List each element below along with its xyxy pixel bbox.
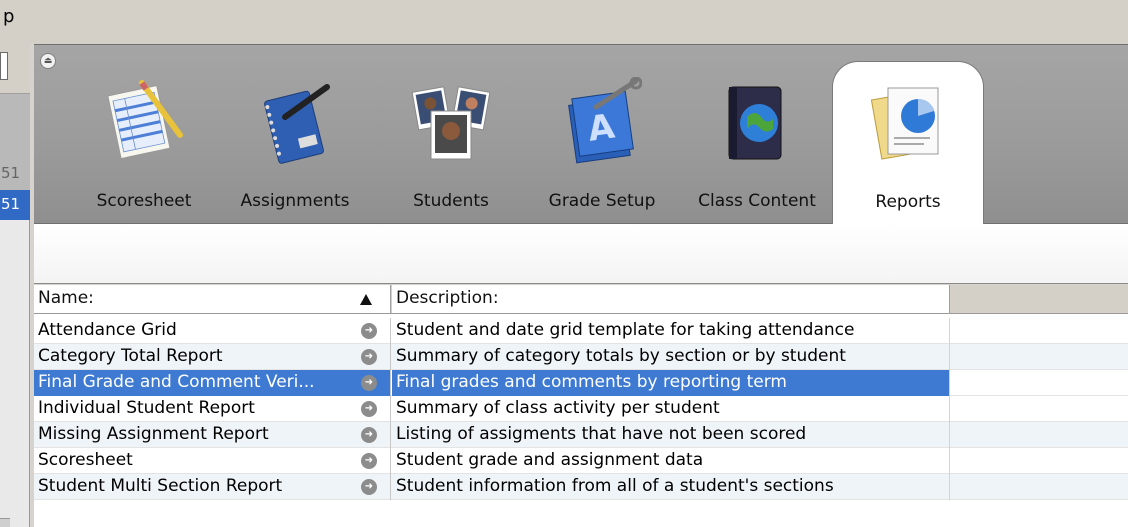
cell-name[interactable]: Scoresheet ➜ — [34, 448, 391, 474]
table-header: Name: Description: — [34, 285, 1128, 314]
cell-name[interactable]: Student Multi Section Report ➜ — [34, 474, 391, 500]
report-description: Final grades and comments by reporting t… — [396, 372, 787, 392]
left-panel-marker — [0, 52, 8, 80]
cell-description[interactable]: Student and date grid template for takin… — [392, 318, 950, 344]
report-name: Category Total Report — [38, 346, 223, 366]
arrow-right-icon[interactable]: ➜ — [361, 479, 377, 495]
cell-description[interactable]: Student information from all of a studen… — [392, 474, 950, 500]
arrow-right-icon[interactable]: ➜ — [361, 427, 377, 443]
tab-students[interactable]: Students — [396, 45, 506, 225]
table-body: Attendance Grid ➜ Student and date grid t… — [34, 318, 1128, 500]
cell-name[interactable]: Missing Assignment Report ➜ — [34, 422, 391, 448]
report-name: Final Grade and Comment Veri... — [38, 372, 315, 392]
tab-class-content[interactable]: Class Content — [682, 45, 832, 225]
cell-name[interactable]: Attendance Grid ➜ — [34, 318, 391, 344]
cell-name[interactable]: Individual Student Report ➜ — [34, 396, 391, 422]
report-name: Individual Student Report — [38, 398, 255, 418]
globe-book-icon — [728, 86, 782, 160]
table-row[interactable]: Individual Student Report ➜ Summary of cl… — [34, 396, 1128, 422]
arrow-right-icon[interactable]: ➜ — [361, 453, 377, 469]
tab-reports[interactable]: Reports — [832, 61, 984, 226]
reports-chart-icon — [870, 87, 939, 160]
tab-assignments[interactable]: Assignments — [220, 45, 370, 225]
cell-description[interactable]: Final grades and comments by reporting t… — [392, 370, 950, 396]
report-description: Summary of category totals by section or… — [396, 346, 846, 366]
tab-grade-setup[interactable]: A Grade Setup — [532, 45, 672, 225]
table-row[interactable]: Attendance Grid ➜ Student and date grid t… — [34, 318, 1128, 344]
arrow-right-icon[interactable]: ➜ — [361, 323, 377, 339]
tab-label-students: Students — [413, 191, 489, 211]
column-header-description-label: Description: — [396, 288, 499, 308]
tab-label-reports: Reports — [875, 192, 941, 212]
table-row[interactable]: Student Multi Section Report ➜ Student in… — [34, 474, 1128, 500]
eject-icon[interactable]: ⏏ — [40, 53, 56, 69]
arrow-right-icon[interactable]: ➜ — [361, 375, 377, 391]
report-description: Student and date grid template for takin… — [396, 320, 855, 340]
left-panel: 51 51 — [0, 44, 30, 527]
report-name: Attendance Grid — [38, 320, 177, 340]
report-description: Student information from all of a studen… — [396, 476, 834, 496]
report-subtoolbar — [34, 224, 1128, 284]
tab-label-scoresheet: Scoresheet — [96, 191, 192, 211]
student-photos-icon — [411, 86, 491, 160]
left-panel-scrollbar[interactable] — [0, 518, 10, 527]
cell-name[interactable]: Category Total Report ➜ — [34, 344, 391, 370]
main-toolbar: ⏏ Scoresheet Assignments Students A Grad… — [34, 44, 1128, 226]
column-header-name[interactable]: Name: — [34, 285, 391, 314]
cell-description[interactable]: Listing of assigments that have not been… — [392, 422, 950, 448]
cell-description[interactable]: Summary of class activity per student — [392, 396, 950, 422]
cell-name[interactable]: Final Grade and Comment Veri... ➜ — [34, 370, 391, 396]
tab-scoresheet[interactable]: Scoresheet — [74, 45, 214, 225]
left-panel-row[interactable]: 51 — [0, 164, 30, 188]
cell-description[interactable]: Summary of category totals by section or… — [392, 344, 950, 370]
report-description: Student grade and assignment data — [396, 450, 704, 470]
left-panel-header — [0, 44, 30, 94]
column-header-description[interactable]: Description: — [392, 285, 950, 314]
left-panel-row-selected[interactable]: 51 — [0, 190, 30, 220]
table-row-selected[interactable]: Final Grade and Comment Veri... ➜ Final g… — [34, 370, 1128, 396]
sort-ascending-icon[interactable] — [360, 294, 372, 305]
table-row[interactable]: Scoresheet ➜ Student grade and assignment… — [34, 448, 1128, 474]
table-row[interactable]: Category Total Report ➜ Summary of catego… — [34, 344, 1128, 370]
window-titlebar: p — [0, 0, 1128, 44]
tab-label-assignments: Assignments — [240, 191, 350, 211]
grade-setup-icon: A — [568, 77, 642, 164]
tab-label-class-content: Class Content — [698, 191, 816, 211]
scoresheet-icon — [107, 80, 183, 160]
report-name: Student Multi Section Report — [38, 476, 283, 496]
notebook-pen-icon — [264, 84, 330, 164]
arrow-right-icon[interactable]: ➜ — [361, 401, 377, 417]
report-description: Summary of class activity per student — [396, 398, 720, 418]
cell-description[interactable]: Student grade and assignment data — [392, 448, 950, 474]
report-description: Listing of assigments that have not been… — [396, 424, 807, 444]
table-row[interactable]: Missing Assignment Report ➜ Listing of as… — [34, 422, 1128, 448]
report-name: Missing Assignment Report — [38, 424, 269, 444]
reports-table: Name: Description: Attendance Grid ➜ Stud… — [34, 285, 1128, 527]
column-header-name-label: Name: — [38, 288, 94, 308]
menu-fragment[interactable]: p — [3, 6, 14, 27]
tab-label-grade-setup: Grade Setup — [548, 191, 656, 211]
arrow-right-icon[interactable]: ➜ — [361, 349, 377, 365]
report-name: Scoresheet — [38, 450, 133, 470]
